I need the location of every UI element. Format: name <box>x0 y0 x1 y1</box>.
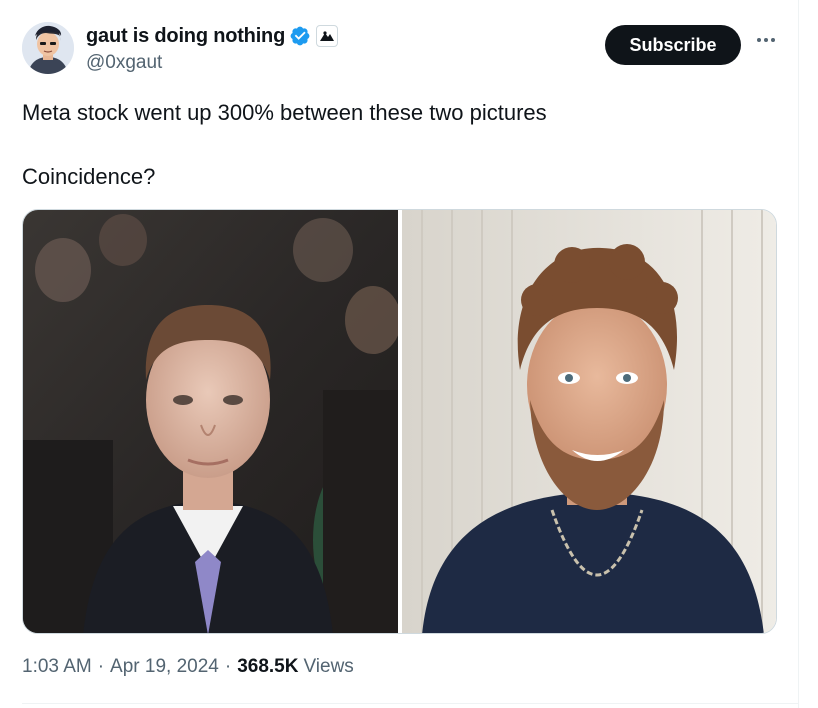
photo-man-in-suit-at-hearing[interactable] <box>23 210 398 634</box>
user-handle[interactable]: @0xgaut <box>86 52 338 74</box>
tweet-meta: 1:03 AM · Apr 19, 2024 · 368.5K Views <box>22 656 354 678</box>
tweet-text: Meta stock went up 300% between these tw… <box>22 98 782 192</box>
views-label: Views <box>303 656 354 677</box>
tweet-line-2: Coincidence? <box>22 164 156 189</box>
more-options-icon[interactable] <box>755 34 777 46</box>
tweet-header: gaut is doing nothing @0xgaut Subscribe <box>22 20 782 80</box>
timeline-border <box>798 0 799 708</box>
affiliate-badge-icon[interactable] <box>316 25 339 47</box>
verified-badge-icon[interactable] <box>289 25 311 47</box>
avatar[interactable] <box>22 22 74 74</box>
tweet-media[interactable] <box>22 209 777 634</box>
divider <box>22 703 798 704</box>
tweet-time[interactable]: 1:03 AM <box>22 656 92 678</box>
tweet-date[interactable]: Apr 19, 2024 <box>110 656 219 678</box>
author-info: gaut is doing nothing @0xgaut <box>86 24 339 74</box>
photo-curly-haired-man-with-beard-and-chain[interactable] <box>402 210 777 634</box>
separator-dot: · <box>224 656 232 677</box>
display-name[interactable]: gaut is doing nothing <box>86 25 285 48</box>
subscribe-button[interactable]: Subscribe <box>605 25 741 65</box>
tweet-line-1: Meta stock went up 300% between these tw… <box>22 100 547 125</box>
avatar-illustration <box>22 22 74 74</box>
views-count[interactable]: 368.5K <box>237 656 298 678</box>
separator-dot: · <box>97 656 105 677</box>
